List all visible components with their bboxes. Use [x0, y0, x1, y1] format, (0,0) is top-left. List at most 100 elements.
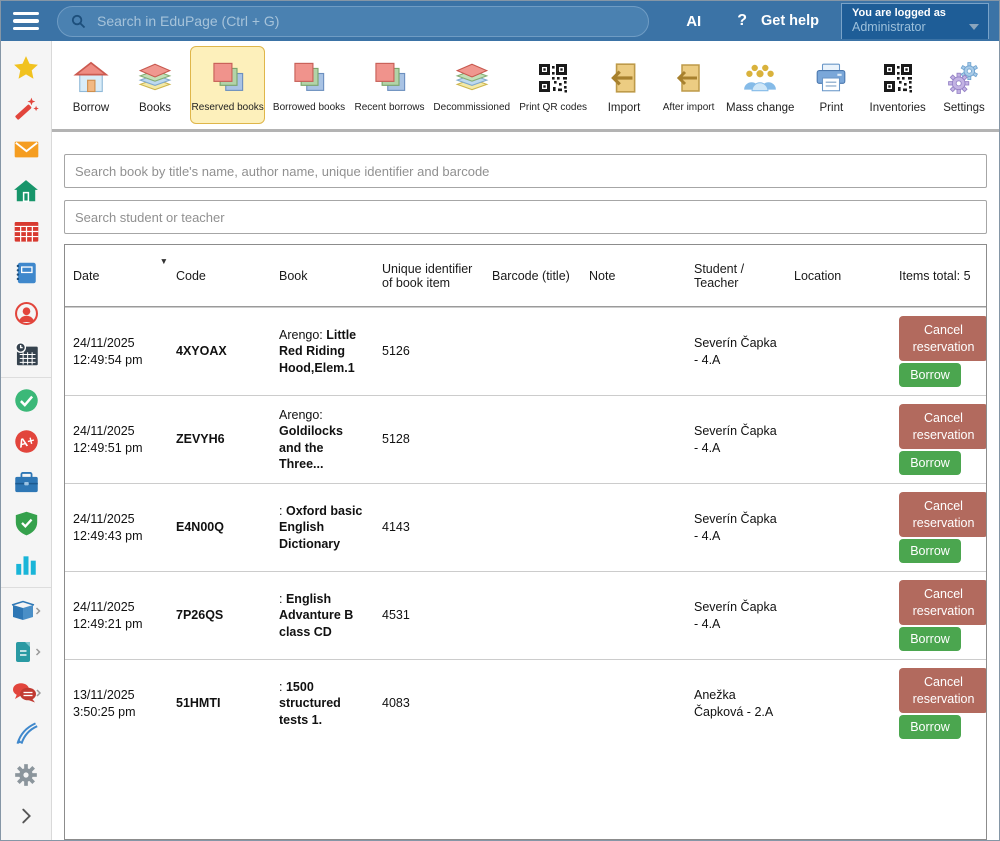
toolbar-books[interactable]: Books [126, 46, 184, 124]
sidebar-item-documents[interactable] [1, 631, 51, 672]
toolbar-label: Recent borrows [355, 102, 425, 113]
column-header-note[interactable]: Note [581, 245, 686, 306]
toolbar-after-import[interactable]: After import [659, 46, 718, 124]
sidebar-item-home[interactable] [1, 170, 51, 211]
cell-location [786, 396, 891, 483]
sidebar-item-favorites[interactable] [1, 47, 51, 88]
expand-chevron-icon [15, 805, 37, 827]
cell-actions: Cancel reservation Borrow [891, 572, 987, 659]
topbar: AI ? Get help You are logged as Administ… [1, 1, 999, 41]
shield-check-icon [13, 510, 40, 537]
sidebar-item-notebook[interactable] [1, 252, 51, 293]
sidebar-item-agenda[interactable] [1, 462, 51, 503]
cancel-reservation-button[interactable]: Cancel reservation [899, 580, 987, 625]
cell-location [786, 308, 891, 395]
hamburger-menu-icon[interactable] [13, 8, 41, 35]
cell-location [786, 572, 891, 659]
bar-chart-icon [13, 552, 39, 578]
grades-a-plus-icon: A+ [13, 428, 40, 455]
home-icon [13, 178, 39, 204]
toolbar-label: Import [608, 102, 641, 114]
borrow-button[interactable]: Borrow [899, 539, 961, 563]
toolbar-import[interactable]: Import [595, 46, 653, 124]
toolbar-recent-borrows[interactable]: Recent borrows [353, 46, 427, 124]
column-header-identifier[interactable]: Unique identifier of book item [374, 245, 484, 306]
global-search[interactable] [57, 6, 649, 37]
column-header-code[interactable]: Code [168, 245, 271, 306]
toolbar-print[interactable]: Print [802, 46, 860, 124]
get-help-button[interactable]: Get help [761, 13, 819, 29]
sidebar-item-contacts[interactable] [1, 293, 51, 334]
column-header-barcode[interactable]: Barcode (title) [484, 245, 581, 306]
cell-note [581, 660, 686, 747]
logged-user-dropdown[interactable]: You are logged as Administrator [841, 3, 989, 39]
cancel-reservation-button[interactable]: Cancel reservation [899, 668, 987, 713]
column-header-location[interactable]: Location [786, 245, 891, 306]
table-row: 13/11/20253:50:25 pm 51HMTI : 1500 struc… [65, 659, 986, 747]
contact-icon [13, 300, 40, 327]
toolbar-inventories[interactable]: Inventories [866, 46, 929, 124]
cell-identifier: 4143 [374, 484, 484, 571]
logged-as-value: Administrator [852, 20, 980, 34]
cell-book: : Oxford basic English Dictionary [271, 484, 374, 571]
borrow-button[interactable]: Borrow [899, 627, 961, 651]
toolbar-decommissioned[interactable]: Decommissioned [432, 46, 511, 124]
sidebar-item-settings[interactable] [1, 754, 51, 795]
borrow-button[interactable]: Borrow [899, 363, 961, 387]
magic-wand-icon [13, 96, 39, 122]
column-header-date[interactable]: Date▼ [65, 245, 168, 306]
borrow-button[interactable]: Borrow [899, 451, 961, 475]
sidebar-item-library[interactable] [1, 590, 51, 631]
reservations-table: Date▼ Code Book Unique identifier of boo… [64, 244, 987, 840]
check-circle-icon [13, 387, 40, 414]
toolbar-reserved-books[interactable]: Reserved books [190, 46, 265, 124]
help-question-icon[interactable]: ? [737, 12, 747, 30]
sidebar-item-sign[interactable] [1, 713, 51, 754]
sidebar-item-results[interactable] [1, 544, 51, 585]
cell-student: Anežka Čapková - 2.A [686, 660, 786, 747]
toolbar-borrowed-books[interactable]: Borrowed books [271, 46, 346, 124]
logged-as-label: You are logged as [852, 7, 980, 19]
book-search-input[interactable] [64, 154, 987, 188]
ai-button[interactable]: AI [686, 13, 701, 30]
toolbar-settings[interactable]: Settings [935, 46, 993, 124]
cell-note [581, 484, 686, 571]
cancel-reservation-button[interactable]: Cancel reservation [899, 316, 987, 361]
cell-identifier: 4531 [374, 572, 484, 659]
toolbar-borrow[interactable]: Borrow [62, 46, 120, 124]
sidebar-item-timetable[interactable] [1, 211, 51, 252]
sidebar-item-messages[interactable] [1, 672, 51, 713]
sort-descending-icon[interactable]: ▼ [160, 256, 168, 266]
mail-icon [13, 136, 40, 163]
sidebar-item-mail[interactable] [1, 129, 51, 170]
sidebar-item-attendance[interactable] [1, 380, 51, 421]
documents-icon [11, 640, 41, 664]
toolbar-print-qr-codes[interactable]: Print QR codes [517, 46, 589, 124]
column-header-student[interactable]: Student / Teacher [686, 245, 786, 306]
cell-code: 51HMTI [168, 660, 271, 747]
sidebar-item-grades[interactable]: A+ [1, 421, 51, 462]
student-search-input[interactable] [64, 200, 987, 234]
borrow-button[interactable]: Borrow [899, 715, 961, 739]
sidebar-item-security[interactable] [1, 503, 51, 544]
timetable-icon [13, 218, 40, 245]
cancel-reservation-button[interactable]: Cancel reservation [899, 404, 987, 449]
sidebar-expand-button[interactable] [1, 795, 51, 836]
cell-actions: Cancel reservation Borrow [891, 396, 987, 483]
cell-student: Severín Čapka - 4.A [686, 308, 786, 395]
cancel-reservation-button[interactable]: Cancel reservation [899, 492, 987, 537]
cell-date: 24/11/202512:49:51 pm [65, 396, 168, 483]
squares-stack-icon [372, 58, 408, 98]
cell-note [581, 396, 686, 483]
squares-stack-icon [210, 58, 246, 98]
global-search-input[interactable] [97, 13, 636, 29]
sidebar-item-wizard[interactable] [1, 88, 51, 129]
cell-identifier: 5126 [374, 308, 484, 395]
column-header-book[interactable]: Book [271, 245, 374, 306]
cell-barcode [484, 660, 581, 747]
squares-stack-icon [291, 58, 327, 98]
briefcase-icon [13, 469, 40, 496]
toolbar-mass-change[interactable]: Mass change [724, 46, 796, 124]
gear-icon [13, 762, 39, 788]
sidebar-item-planner[interactable] [1, 334, 51, 375]
